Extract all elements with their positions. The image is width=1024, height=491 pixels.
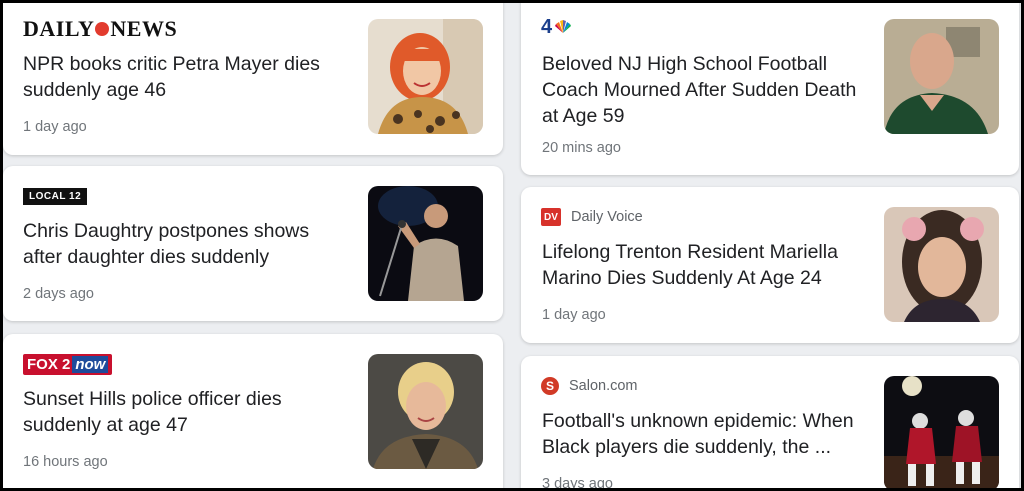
news-card[interactable]: LOCAL 12 Chris Daughtry postpones shows …: [3, 166, 503, 321]
timestamp: 2 days ago: [23, 286, 94, 302]
news-card[interactable]: 4 Beloved NJ High School Football Coach …: [521, 3, 1019, 175]
daily-news-logo-icon: DAILY NEWS: [23, 16, 177, 42]
fox2-now-text: now: [72, 355, 109, 373]
source-logo: DV Daily Voice: [541, 205, 643, 229]
thumbnail-coach-portrait: [884, 19, 999, 134]
thumbnail-singer-stage: [368, 186, 483, 301]
source-logo: FOX 2 now: [23, 352, 113, 376]
nbc4-logo-text: 4: [541, 15, 553, 38]
timestamp: 16 hours ago: [23, 454, 108, 470]
headline[interactable]: Chris Daughtry postpones shows after dau…: [23, 218, 353, 270]
timestamp: 3 days ago: [542, 476, 613, 488]
news-card[interactable]: FOX 2 now Sunset Hills police officer die…: [3, 334, 503, 488]
salon-logo-icon: S: [541, 377, 559, 395]
thumbnail-woman-portrait: [368, 19, 483, 134]
thumbnail-image[interactable]: [368, 186, 483, 301]
headline[interactable]: NPR books critic Petra Mayer dies sudden…: [23, 51, 353, 103]
timestamp: 20 mins ago: [542, 140, 621, 156]
thumbnail-image[interactable]: [884, 19, 999, 134]
thumbnail-image[interactable]: [368, 19, 483, 134]
source-logo: DAILY NEWS: [23, 16, 177, 42]
source-logo: LOCAL 12: [23, 184, 88, 208]
headline[interactable]: Lifelong Trenton Resident Mariella Marin…: [542, 239, 872, 291]
headline[interactable]: Beloved NJ High School Football Coach Mo…: [542, 51, 872, 129]
source-logo: 4: [541, 15, 572, 39]
publisher-name: Salon.com: [569, 378, 638, 394]
fox2-logo-text: FOX 2: [27, 355, 71, 373]
news-card[interactable]: DAILY NEWS NPR books critic Petra Mayer d…: [3, 3, 503, 155]
news-card[interactable]: DV Daily Voice Lifelong Trenton Resident…: [521, 187, 1019, 343]
headline[interactable]: Football's unknown epidemic: When Black …: [542, 408, 872, 460]
thumbnail-officer-portrait: [368, 354, 483, 469]
nbc4-logo-icon: 4: [541, 16, 572, 39]
logo-text-right: NEWS: [110, 16, 178, 41]
thumbnail-image[interactable]: [368, 354, 483, 469]
source-logo: S Salon.com: [541, 374, 638, 398]
local12-logo-icon: LOCAL 12: [23, 187, 88, 205]
daily-voice-logo-icon: DV: [541, 208, 561, 226]
headline[interactable]: Sunset Hills police officer dies suddenl…: [23, 386, 353, 438]
publisher-name: Daily Voice: [571, 209, 643, 225]
timestamp: 1 day ago: [23, 119, 87, 135]
thumbnail-image[interactable]: [884, 376, 999, 488]
news-feed: DAILY NEWS NPR books critic Petra Mayer d…: [3, 3, 1021, 488]
thumbnail-image[interactable]: [884, 207, 999, 322]
thumbnail-woman-selfie: [884, 207, 999, 322]
fox2-logo-icon: FOX 2 now: [23, 353, 113, 375]
daily-news-mark-icon: [95, 22, 110, 36]
thumbnail-football-players: [884, 376, 999, 488]
news-card[interactable]: S Salon.com Football's unknown epidemic:…: [521, 356, 1019, 488]
logo-text-left: DAILY: [23, 16, 95, 41]
peacock-icon: [555, 20, 572, 33]
timestamp: 1 day ago: [542, 307, 606, 323]
